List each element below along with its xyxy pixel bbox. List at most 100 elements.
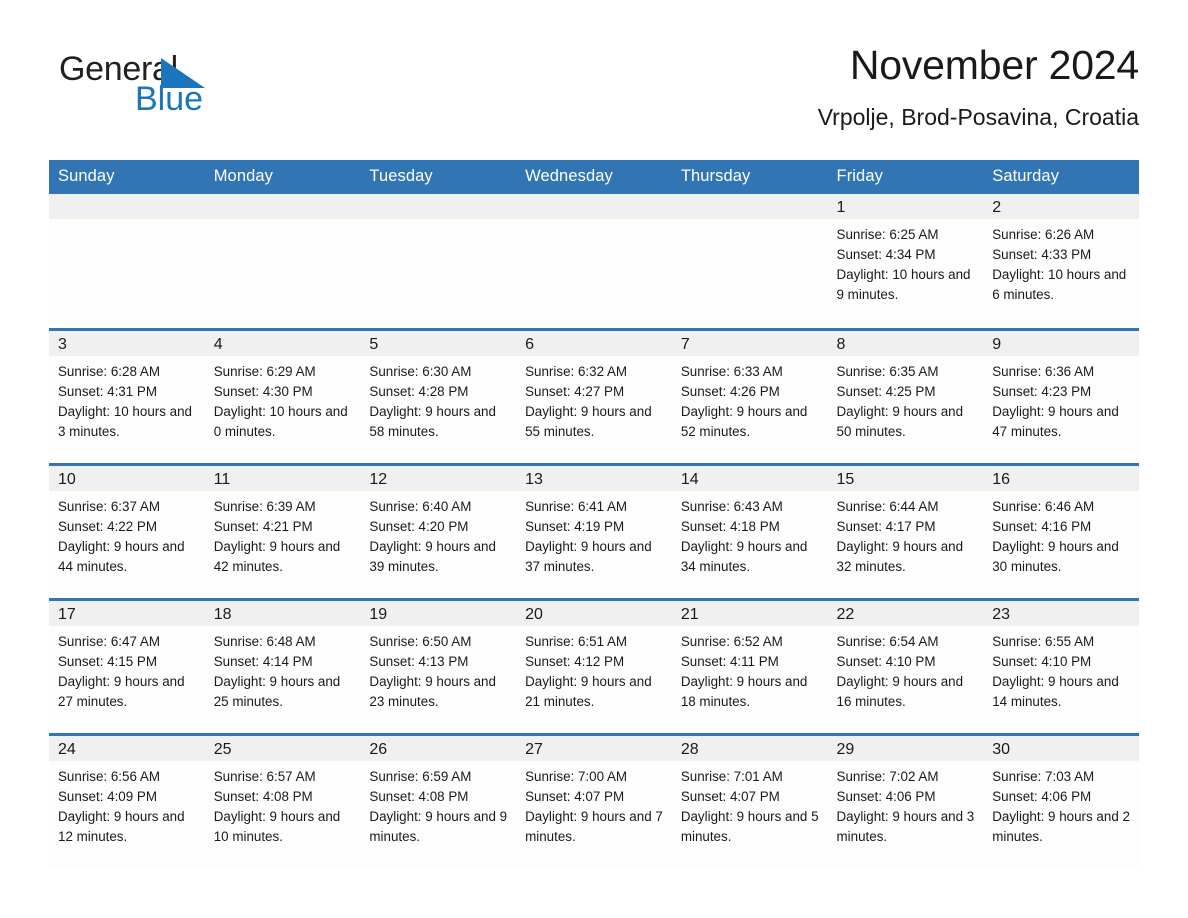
calendar-cell-day-15[interactable]: 15 Sunrise: 6:44 AM Sunset: 4:17 PM Dayligh… [827,462,984,599]
sunset-text: Sunset: 4:28 PM [369,383,469,399]
calendar-cell-day-10[interactable]: 10 Sunrise: 6:37 AM Sunset: 4:22 PM Dayligh… [49,462,205,599]
day-number: 14 [671,465,828,491]
sunrise-text: Sunrise: 6:29 AM [213,363,316,379]
weekday-header-sunday: Sunday [49,160,205,194]
calendar-cell-day-21[interactable]: 21 Sunrise: 6:52 AM Sunset: 4:11 PM Dayligh… [671,597,828,734]
day-details: Sunrise: 6:54 AM Sunset: 4:10 PM Daylight:… [828,626,984,712]
calendar-cell-day-20[interactable]: 20 Sunrise: 6:51 AM Sunset: 4:12 PM Dayligh… [516,597,672,734]
day-number: 24 [49,735,205,761]
calendar-cell-empty [49,194,205,329]
sunrise-text: Sunrise: 6:47 AM [58,633,160,649]
calendar-cell-day-14[interactable]: 14 Sunrise: 6:43 AM Sunset: 4:18 PM Dayligh… [671,462,828,599]
sunset-text: Sunset: 4:33 PM [992,247,1092,262]
calendar-cell-day-18[interactable]: 18 Sunrise: 6:48 AM Sunset: 4:14 PM Dayligh… [204,597,361,734]
daylight-text: Daylight: 9 hours and 3 minutes. [836,808,975,844]
day-number-band [516,194,672,219]
sunset-text: Sunset: 4:12 PM [525,653,625,669]
calendar-cell-day-2[interactable]: 2 Sunrise: 6:26 AM Sunset: 4:33 PM Daylight… [983,194,1139,329]
day-details: Sunrise: 7:02 AM Sunset: 4:06 PM Daylight:… [828,761,984,847]
logo-general-blue[interactable]: General Blue [59,50,359,120]
calendar-cell-day-28[interactable]: 28 Sunrise: 7:01 AM Sunset: 4:07 PM Dayligh… [671,732,828,869]
calendar-cell-day-4[interactable]: 4 Sunrise: 6:29 AM Sunset: 4:30 PM Daylight… [204,327,361,464]
day-details: Sunrise: 6:52 AM Sunset: 4:11 PM Daylight:… [672,626,828,712]
day-number-band [671,194,828,219]
weekday-header-saturday: Saturday [983,160,1139,194]
day-details: Sunrise: 7:03 AM Sunset: 4:06 PM Daylight:… [983,761,1139,847]
daylight-text: Daylight: 9 hours and 5 minutes. [680,808,819,844]
day-details: Sunrise: 6:43 AM Sunset: 4:18 PM Daylight:… [672,491,828,577]
sunrise-text: Sunrise: 6:44 AM [836,498,939,514]
calendar-cell-day-16[interactable]: 16 Sunrise: 6:46 AM Sunset: 4:16 PM Dayligh… [983,462,1139,599]
calendar-cell-day-3[interactable]: 3 Sunrise: 6:28 AM Sunset: 4:31 PM Daylight… [49,327,205,464]
day-number: 9 [983,330,1139,356]
sunrise-text: Sunrise: 6:54 AM [836,633,939,649]
sunset-text: Sunset: 4:07 PM [525,788,625,804]
sunset-text: Sunset: 4:06 PM [836,788,936,804]
day-details: Sunrise: 6:25 AM Sunset: 4:34 PM Daylight:… [828,219,984,305]
day-number: 10 [49,465,205,491]
calendar-cell-day-8[interactable]: 8 Sunrise: 6:35 AM Sunset: 4:25 PM Daylight… [827,327,984,464]
calendar-cell-empty [204,194,361,329]
sunset-text: Sunset: 4:09 PM [58,788,157,804]
daylight-text: Daylight: 10 hours and 3 minutes. [58,403,192,439]
calendar-cell-day-1[interactable]: 1 Sunrise: 6:25 AM Sunset: 4:34 PM Daylight… [827,194,984,329]
day-details: Sunrise: 6:46 AM Sunset: 4:16 PM Daylight:… [983,491,1139,577]
calendar-cell-day-12[interactable]: 12 Sunrise: 6:40 AM Sunset: 4:20 PM Dayligh… [360,462,517,599]
calendar-cell-day-22[interactable]: 22 Sunrise: 6:54 AM Sunset: 4:10 PM Dayligh… [827,597,984,734]
sunrise-text: Sunrise: 6:26 AM [992,227,1095,242]
calendar-cell-day-26[interactable]: 26 Sunrise: 6:59 AM Sunset: 4:08 PM Dayligh… [360,732,517,869]
calendar-cell-day-27[interactable]: 27 Sunrise: 7:00 AM Sunset: 4:07 PM Dayligh… [516,732,672,869]
day-details: Sunrise: 6:56 AM Sunset: 4:09 PM Daylight:… [49,761,205,847]
day-number: 21 [671,600,828,626]
sunrise-text: Sunrise: 6:57 AM [213,768,316,784]
daylight-text: Daylight: 9 hours and 23 minutes. [369,673,496,709]
calendar-cell-day-7[interactable]: 7 Sunrise: 6:33 AM Sunset: 4:26 PM Daylight… [671,327,828,464]
calendar-cell-empty [360,194,517,329]
sunrise-text: Sunrise: 6:30 AM [369,363,472,379]
day-number-band [360,194,517,219]
calendar-week-row: 3 Sunrise: 6:28 AM Sunset: 4:31 PM Daylight… [49,327,1139,464]
calendar-cell-day-5[interactable]: 5 Sunrise: 6:30 AM Sunset: 4:28 PM Daylight… [360,327,517,464]
day-number: 26 [360,735,517,761]
calendar-cell-day-19[interactable]: 19 Sunrise: 6:50 AM Sunset: 4:13 PM Dayligh… [360,597,517,734]
day-number: 20 [516,600,672,626]
calendar-cell-day-6[interactable]: 6 Sunrise: 6:32 AM Sunset: 4:27 PM Daylight… [516,327,672,464]
calendar-cell-day-25[interactable]: 25 Sunrise: 6:57 AM Sunset: 4:08 PM Dayligh… [204,732,361,869]
sunset-text: Sunset: 4:18 PM [680,518,780,534]
day-number-band [49,194,205,219]
weekday-header-monday: Monday [204,160,361,194]
daylight-text: Daylight: 9 hours and 14 minutes. [992,673,1119,709]
sunrise-text: Sunrise: 6:59 AM [369,768,472,784]
calendar-cell-day-17[interactable]: 17 Sunrise: 6:47 AM Sunset: 4:15 PM Dayligh… [49,597,205,734]
sunrise-text: Sunrise: 7:01 AM [680,768,783,784]
calendar-cell-day-23[interactable]: 23 Sunrise: 6:55 AM Sunset: 4:10 PM Dayligh… [983,597,1139,734]
day-number: 23 [983,600,1139,626]
daylight-text: Daylight: 9 hours and 55 minutes. [525,403,652,439]
day-details: Sunrise: 6:36 AM Sunset: 4:23 PM Daylight:… [983,356,1139,442]
calendar-cell-day-11[interactable]: 11 Sunrise: 6:39 AM Sunset: 4:21 PM Dayligh… [204,462,361,599]
sunrise-text: Sunrise: 6:46 AM [992,498,1095,514]
daylight-text: Daylight: 9 hours and 7 minutes. [525,808,663,844]
daylight-text: Daylight: 10 hours and 6 minutes. [992,267,1127,302]
sunrise-text: Sunrise: 6:56 AM [58,768,160,784]
sunset-text: Sunset: 4:06 PM [992,788,1092,804]
day-details: Sunrise: 7:00 AM Sunset: 4:07 PM Daylight:… [516,761,672,847]
day-details: Sunrise: 6:39 AM Sunset: 4:21 PM Daylight:… [205,491,361,577]
day-number: 27 [516,735,672,761]
calendar-cell-day-24[interactable]: 24 Sunrise: 6:56 AM Sunset: 4:09 PM Dayligh… [49,732,205,869]
calendar-cell-day-29[interactable]: 29 Sunrise: 7:02 AM Sunset: 4:06 PM Dayligh… [827,732,984,869]
sunset-text: Sunset: 4:07 PM [680,788,780,804]
day-number: 17 [49,600,205,626]
calendar-cell-day-9[interactable]: 9 Sunrise: 6:36 AM Sunset: 4:23 PM Daylight… [983,327,1139,464]
day-number: 18 [204,600,361,626]
calendar-cell-day-13[interactable]: 13 Sunrise: 6:41 AM Sunset: 4:19 PM Dayligh… [516,462,672,599]
day-number: 28 [671,735,828,761]
day-number: 30 [983,735,1139,761]
calendar-cell-day-30[interactable]: 30 Sunrise: 7:03 AM Sunset: 4:06 PM Dayligh… [983,732,1139,869]
day-number: 11 [204,465,361,491]
day-details: Sunrise: 6:37 AM Sunset: 4:22 PM Daylight:… [49,491,205,577]
daylight-text: Daylight: 9 hours and 2 minutes. [992,808,1130,844]
sunrise-text: Sunrise: 6:39 AM [213,498,316,514]
day-details: Sunrise: 6:26 AM Sunset: 4:33 PM Daylight:… [983,219,1139,305]
daylight-text: Daylight: 9 hours and 42 minutes. [213,538,341,574]
